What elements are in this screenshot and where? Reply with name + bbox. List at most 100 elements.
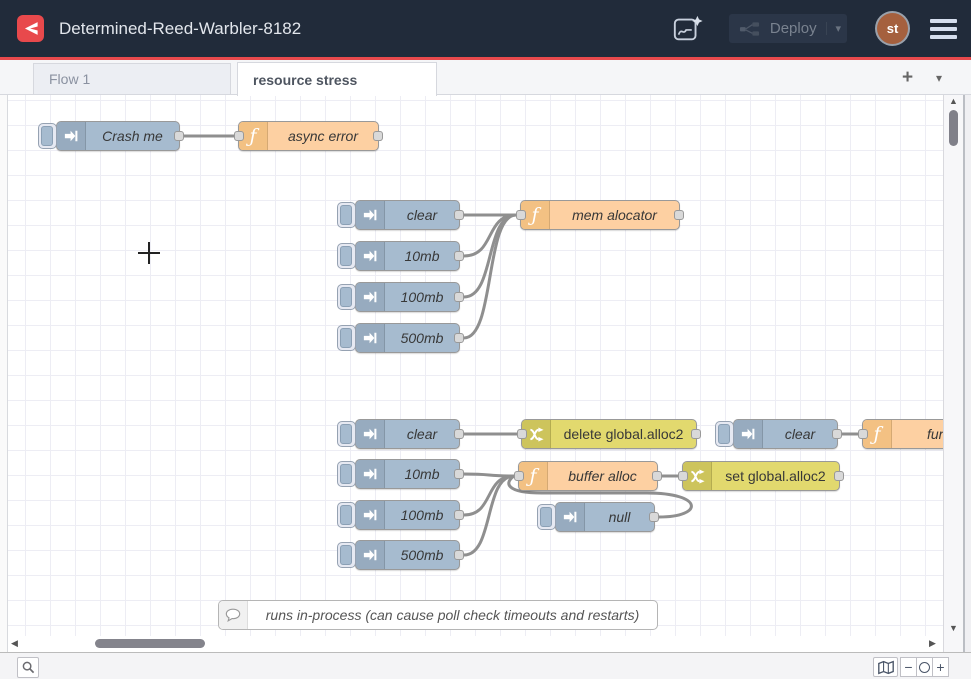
add-flow-button[interactable]: + <box>902 67 913 89</box>
node-clear-a[interactable]: clear <box>355 200 460 230</box>
node-mem-alocator[interactable]: ƒmem alocator <box>520 200 680 230</box>
horizontal-scroll-thumb[interactable] <box>95 639 205 648</box>
node-function[interactable]: ƒfunction <box>862 419 943 449</box>
output-port[interactable] <box>454 333 464 343</box>
input-port[interactable] <box>858 429 868 439</box>
node-100mb-a[interactable]: 100mb <box>355 282 460 312</box>
navigator-button[interactable] <box>873 657 898 677</box>
inject-trigger-button[interactable] <box>337 325 356 351</box>
node-100mb-b[interactable]: 100mb <box>355 500 460 530</box>
output-port[interactable] <box>454 292 464 302</box>
main-menu-icon[interactable] <box>930 19 957 39</box>
scroll-down-icon[interactable]: ▼ <box>949 623 958 633</box>
input-port[interactable] <box>678 471 688 481</box>
node-500mb-a[interactable]: 500mb <box>355 323 460 353</box>
node-clear-c[interactable]: clear <box>733 419 838 449</box>
node-comment[interactable]: runs in-process (can cause poll check ti… <box>218 600 658 630</box>
deploy-button[interactable]: Deploy ▾ <box>729 14 847 43</box>
output-port[interactable] <box>652 471 662 481</box>
output-port[interactable] <box>454 251 464 261</box>
inject-icon-section <box>356 420 385 448</box>
deploy-caret-icon[interactable]: ▾ <box>826 22 841 35</box>
scroll-up-icon[interactable]: ▲ <box>949 96 958 106</box>
tab-flow-1[interactable]: Flow 1 <box>33 63 231 94</box>
app-logo[interactable] <box>17 15 44 42</box>
node-crash-me[interactable]: Crash me <box>56 121 180 151</box>
node-10mb-a[interactable]: 10mb <box>355 241 460 271</box>
inject-trigger-button[interactable] <box>337 243 356 269</box>
inject-trigger-button[interactable] <box>337 542 356 568</box>
output-port[interactable] <box>834 471 844 481</box>
inject-trigger-button[interactable] <box>38 123 57 149</box>
flow-canvas[interactable]: Crash meƒasync errorclear10mb100mb500mbƒ… <box>7 95 943 652</box>
output-port[interactable] <box>454 210 464 220</box>
inject-trigger-button[interactable] <box>337 502 356 528</box>
input-port[interactable] <box>234 131 244 141</box>
output-port[interactable] <box>674 210 684 220</box>
map-icon <box>877 660 895 675</box>
node-10mb-b[interactable]: 10mb <box>355 459 460 489</box>
footer-toolbar: − + <box>0 652 971 679</box>
node-buffer-alloc[interactable]: ƒbuffer alloc <box>518 461 658 491</box>
zoom-out-button[interactable]: − <box>900 657 917 677</box>
inject-trigger-button[interactable] <box>337 421 356 447</box>
assistant-icon[interactable] <box>672 14 704 44</box>
tab-label: Flow 1 <box>49 71 90 87</box>
input-port[interactable] <box>514 471 524 481</box>
node-clear-b[interactable]: clear <box>355 419 460 449</box>
node-label: async error <box>268 122 378 150</box>
inject-trigger-button[interactable] <box>537 504 556 530</box>
output-port[interactable] <box>649 512 659 522</box>
inject-trigger-button[interactable] <box>337 461 356 487</box>
wire-100mb-b-to-buffer-alloc[interactable] <box>464 476 514 515</box>
inject-trigger-button[interactable] <box>715 421 734 447</box>
user-avatar[interactable]: st <box>877 13 908 44</box>
inject-arrow-icon <box>741 427 755 441</box>
flow-list-caret-icon[interactable]: ▾ <box>936 71 942 85</box>
inject-icon-section <box>356 201 385 229</box>
tab-label: resource stress <box>253 72 357 88</box>
inject-arrow-icon <box>363 467 377 481</box>
logo-glyph <box>21 19 40 38</box>
vertical-scroll-thumb[interactable] <box>949 110 958 146</box>
node-label: 10mb <box>385 242 459 270</box>
node-label: set global.alloc2 <box>712 462 839 490</box>
input-port[interactable] <box>517 429 527 439</box>
node-delete-global-alloc2[interactable]: delete global.alloc2 <box>521 419 697 449</box>
inject-arrow-icon <box>363 427 377 441</box>
node-500mb-b[interactable]: 500mb <box>355 540 460 570</box>
tab-resource-stress[interactable]: resource stress <box>237 62 437 96</box>
inject-icon-section <box>356 283 385 311</box>
node-label: clear <box>763 420 837 448</box>
inject-trigger-button[interactable] <box>337 284 356 310</box>
output-port[interactable] <box>454 550 464 560</box>
output-port[interactable] <box>691 429 701 439</box>
output-port[interactable] <box>454 510 464 520</box>
function-icon: ƒ <box>529 467 536 486</box>
output-port[interactable] <box>832 429 842 439</box>
output-port[interactable] <box>454 429 464 439</box>
inject-trigger-button[interactable] <box>337 202 356 228</box>
inject-icon-section <box>356 501 385 529</box>
horizontal-scrollbar[interactable]: ◀ ▶ <box>7 636 943 652</box>
zoom-reset-button[interactable] <box>916 657 933 677</box>
search-button[interactable] <box>17 657 39 678</box>
input-port[interactable] <box>516 210 526 220</box>
output-port[interactable] <box>174 131 184 141</box>
node-label: 500mb <box>385 541 459 569</box>
scroll-right-icon[interactable]: ▶ <box>929 638 936 649</box>
node-set-global-alloc2[interactable]: set global.alloc2 <box>682 461 840 491</box>
header-accent-line <box>0 57 971 60</box>
output-port[interactable] <box>373 131 383 141</box>
palette-edge <box>0 60 8 652</box>
node-null[interactable]: null <box>555 502 655 532</box>
node-async-error[interactable]: ƒasync error <box>238 121 379 151</box>
output-port[interactable] <box>454 469 464 479</box>
zoom-in-button[interactable]: + <box>932 657 949 677</box>
search-icon <box>22 661 35 674</box>
vertical-scrollbar[interactable]: ▲ ▼ <box>943 95 963 652</box>
inject-arrow-icon <box>363 249 377 263</box>
change-icon <box>690 469 705 484</box>
scroll-left-icon[interactable]: ◀ <box>11 638 18 649</box>
wire-10mb-a-to-mem-alocator[interactable] <box>464 215 516 256</box>
